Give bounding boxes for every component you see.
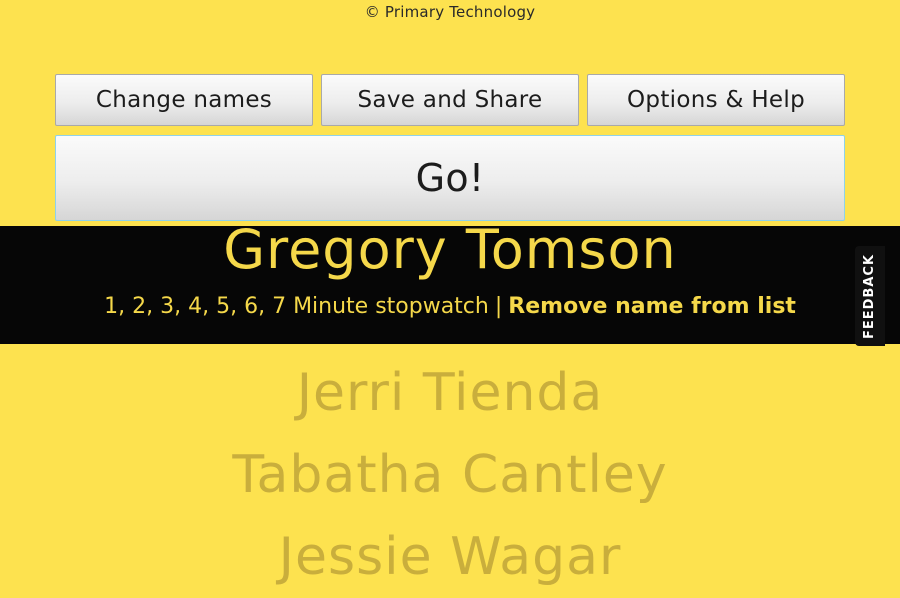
selected-actions: 1, 2, 3, 4, 5, 6, 7 Minute stopwatch | Rem… (104, 294, 796, 319)
change-names-button[interactable]: Change names (55, 74, 313, 126)
list-item: Jessie Wagar (278, 527, 622, 587)
go-button[interactable]: Go! (55, 135, 845, 221)
stopwatch-3-minute-link[interactable]: 3 (160, 294, 174, 319)
list-item: Tabatha Cantley (232, 445, 668, 505)
save-and-share-button[interactable]: Save and Share (321, 74, 579, 126)
feedback-tab[interactable]: FEEDBACK (855, 246, 885, 346)
stopwatch-4-minute-link[interactable]: 4 (188, 294, 202, 319)
remaining-names-list: Jerri Tienda Tabatha Cantley Jessie Waga… (0, 352, 900, 598)
stopwatch-5-minute-link[interactable]: 5 (216, 294, 230, 319)
stopwatch-6-minute-link[interactable]: 6 (244, 294, 258, 319)
selected-name: Gregory Tomson (223, 226, 677, 281)
stopwatch-2-minute-link[interactable]: 2 (132, 294, 146, 319)
options-help-button[interactable]: Options & Help (587, 74, 845, 126)
feedback-label: FEEDBACK (862, 253, 878, 339)
list-item: Jerri Tienda (296, 363, 604, 423)
stopwatch-1-minute-link[interactable]: 1 (104, 294, 118, 319)
stopwatch-label: Minute stopwatch (293, 294, 489, 319)
selected-name-banner: Gregory Tomson 1, 2, 3, 4, 5, 6, 7 Minut… (0, 226, 900, 344)
action-separator: | (494, 294, 503, 319)
remove-name-link[interactable]: Remove name from list (508, 294, 796, 319)
copyright-credit: © Primary Technology (364, 3, 536, 21)
stopwatch-7-minute-link[interactable]: 7 (272, 294, 286, 319)
